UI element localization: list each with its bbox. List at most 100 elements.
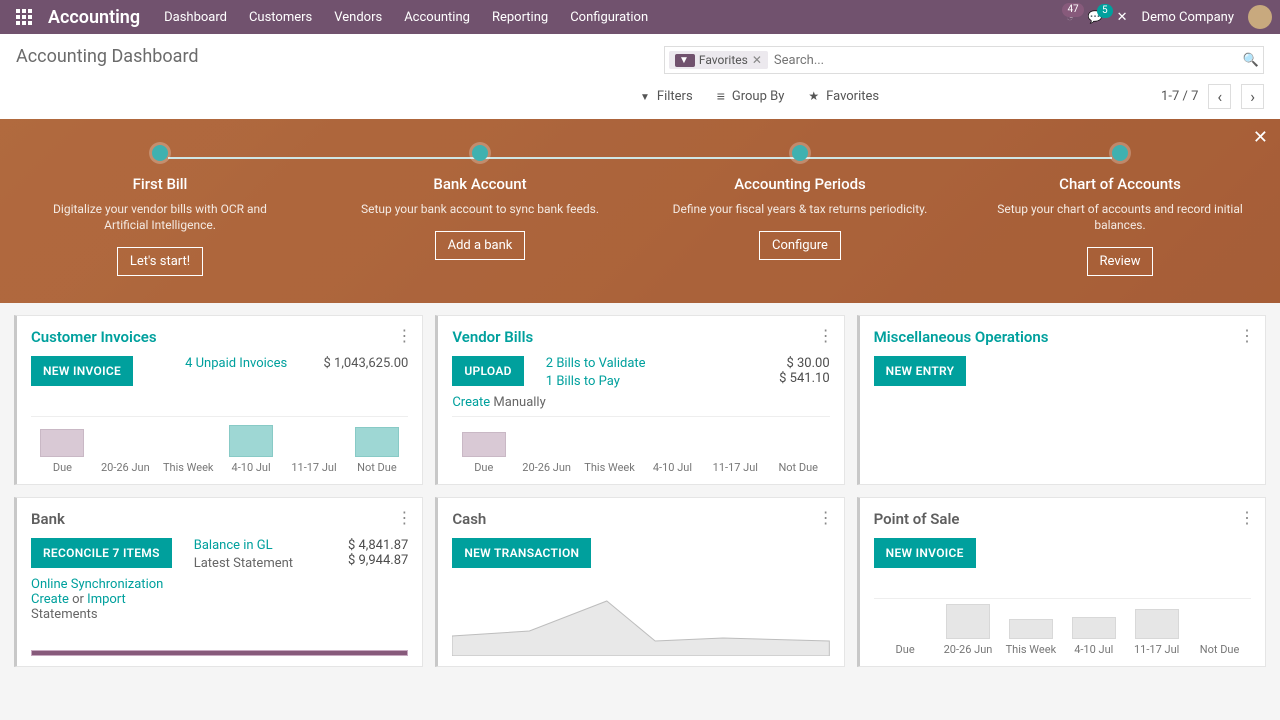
card-bank: ⋮ Bank RECONCILE 7 ITEMS Balance in GL L… [14, 497, 423, 667]
pos-chart: Due20-26 JunThis Week4-10 Jul11-17 JulNo… [874, 598, 1251, 656]
step-dot-icon [1112, 145, 1128, 161]
unpaid-invoices-link[interactable]: 4 Unpaid Invoices [185, 356, 287, 371]
avatar[interactable] [1248, 5, 1272, 29]
menu-dashboard[interactable]: Dashboard [164, 10, 227, 25]
import-statement-link[interactable]: Import [87, 592, 126, 607]
cash-sparkline [452, 586, 829, 656]
step-title: Chart of Accounts [960, 175, 1280, 193]
card-title[interactable]: Point of Sale [874, 510, 1251, 528]
step-desc: Define your fiscal years & tax returns p… [640, 201, 960, 217]
search-chip[interactable]: Favorites [669, 51, 768, 69]
card-cash: ⋮ Cash NEW TRANSACTION [435, 497, 844, 667]
unpaid-amount: $ 1,043,625.00 [323, 356, 408, 371]
customer-invoices-chart: Due20-26 JunThis Week4-10 Jul11-17 JulNo… [31, 416, 408, 474]
company-switcher[interactable]: Demo Company [1142, 10, 1234, 25]
card-title[interactable]: Bank [31, 510, 408, 528]
manually-label: Manually [493, 395, 545, 410]
bank-balance-bar [31, 650, 408, 656]
bills-pay-amount: $ 541.10 [779, 371, 830, 386]
card-misc-operations: ⋮ Miscellaneous Operations NEW ENTRY [857, 315, 1266, 485]
step-button-review[interactable]: Review [1087, 247, 1154, 276]
onboarding-banner: First Bill Digitalize your vendor bills … [0, 119, 1280, 303]
step-dot-icon [152, 145, 168, 161]
create-bill-link[interactable]: Create [452, 395, 490, 410]
step-dot-icon [792, 145, 808, 161]
statements-label: Statements [31, 607, 408, 622]
brand-title: Accounting [48, 7, 140, 28]
onboard-step-periods: Accounting Periods Define your fiscal ye… [640, 119, 960, 303]
new-entry-button[interactable]: NEW ENTRY [874, 356, 967, 386]
card-title[interactable]: Customer Invoices [31, 328, 408, 346]
onboard-step-coa: Chart of Accounts Setup your chart of ac… [960, 119, 1280, 303]
filters-button[interactable]: Filters [640, 84, 693, 109]
onboard-step-bank-account: Bank Account Setup your bank account to … [320, 119, 640, 303]
messaging-badge: 5 [1097, 4, 1113, 18]
step-button-add-bank[interactable]: Add a bank [435, 231, 526, 260]
close-icon[interactable] [1117, 10, 1128, 25]
balance-gl-link[interactable]: Balance in GL [194, 538, 293, 553]
menu-vendors[interactable]: Vendors [334, 10, 382, 25]
card-menu-icon[interactable]: ⋮ [1239, 508, 1255, 527]
menu-reporting[interactable]: Reporting [492, 10, 548, 25]
control-panel: Accounting Dashboard Favorites Filters G… [0, 34, 1280, 119]
card-point-of-sale: ⋮ Point of Sale NEW INVOICE Due20-26 Jun… [857, 497, 1266, 667]
star-icon [808, 89, 821, 104]
step-title: First Bill [0, 175, 320, 193]
group-icon [717, 88, 727, 105]
menu-configuration[interactable]: Configuration [570, 10, 648, 25]
step-button-configure[interactable]: Configure [759, 231, 841, 260]
latest-statement-label: Latest Statement [194, 556, 293, 571]
search-icon[interactable] [1243, 53, 1259, 68]
apps-icon[interactable] [8, 9, 40, 25]
pos-new-invoice-button[interactable]: NEW INVOICE [874, 538, 976, 568]
pager-next[interactable] [1241, 84, 1264, 109]
new-transaction-button[interactable]: NEW TRANSACTION [452, 538, 591, 568]
favorites-button[interactable]: Favorites [808, 84, 879, 109]
card-title[interactable]: Miscellaneous Operations [874, 328, 1251, 346]
step-button-lets-start[interactable]: Let's start! [117, 247, 203, 276]
search-box[interactable]: Favorites [664, 46, 1264, 74]
top-navbar: Accounting Dashboard Customers Vendors A… [0, 0, 1280, 34]
bills-validate-amount: $ 30.00 [779, 356, 830, 371]
card-menu-icon[interactable]: ⋮ [818, 508, 834, 527]
online-sync-link[interactable]: Online Synchronization [31, 577, 163, 592]
create-statement-link[interactable]: Create [31, 592, 69, 607]
page-title: Accounting Dashboard [16, 46, 640, 67]
card-title[interactable]: Cash [452, 510, 829, 528]
latest-statement-amount: $ 9,944.87 [348, 553, 408, 568]
card-vendor-bills: ⋮ Vendor Bills UPLOAD 2 Bills to Validat… [435, 315, 844, 485]
activity-badge: 47 [1062, 3, 1083, 17]
card-customer-invoices: ⋮ Customer Invoices NEW INVOICE 4 Unpaid… [14, 315, 423, 485]
bills-pay-link[interactable]: 1 Bills to Pay [546, 374, 620, 389]
step-desc: Setup your bank account to sync bank fee… [320, 201, 640, 217]
card-menu-icon[interactable]: ⋮ [396, 508, 412, 527]
step-desc: Digitalize your vendor bills with OCR an… [0, 201, 320, 233]
menu-customers[interactable]: Customers [249, 10, 312, 25]
balance-gl-amount: $ 4,841.87 [348, 538, 408, 553]
onboard-step-first-bill: First Bill Digitalize your vendor bills … [0, 119, 320, 303]
upload-button[interactable]: UPLOAD [452, 356, 523, 386]
reconcile-button[interactable]: RECONCILE 7 ITEMS [31, 538, 172, 568]
kanban-grid: ⋮ Customer Invoices NEW INVOICE 4 Unpaid… [0, 303, 1280, 679]
card-menu-icon[interactable]: ⋮ [396, 326, 412, 345]
card-menu-icon[interactable]: ⋮ [818, 326, 834, 345]
search-input[interactable] [774, 53, 1237, 68]
or-label: or [72, 592, 84, 607]
step-title: Accounting Periods [640, 175, 960, 193]
messaging-icon[interactable]: 5 [1088, 10, 1103, 25]
card-menu-icon[interactable]: ⋮ [1239, 326, 1255, 345]
step-dot-icon [472, 145, 488, 161]
pager-prev[interactable] [1208, 84, 1231, 109]
step-desc: Setup your chart of accounts and record … [960, 201, 1280, 233]
bills-validate-link[interactable]: 2 Bills to Validate [546, 356, 646, 371]
chip-label: Favorites [699, 53, 748, 67]
new-invoice-button[interactable]: NEW INVOICE [31, 356, 133, 386]
chip-remove-icon[interactable] [752, 53, 762, 67]
pager-text: 1-7 / 7 [1161, 89, 1198, 104]
card-title[interactable]: Vendor Bills [452, 328, 829, 346]
groupby-button[interactable]: Group By [717, 84, 785, 109]
menu-accounting[interactable]: Accounting [404, 10, 470, 25]
filter-icon [640, 89, 652, 104]
step-title: Bank Account [320, 175, 640, 193]
activity-icon[interactable]: 47 [1066, 9, 1074, 25]
